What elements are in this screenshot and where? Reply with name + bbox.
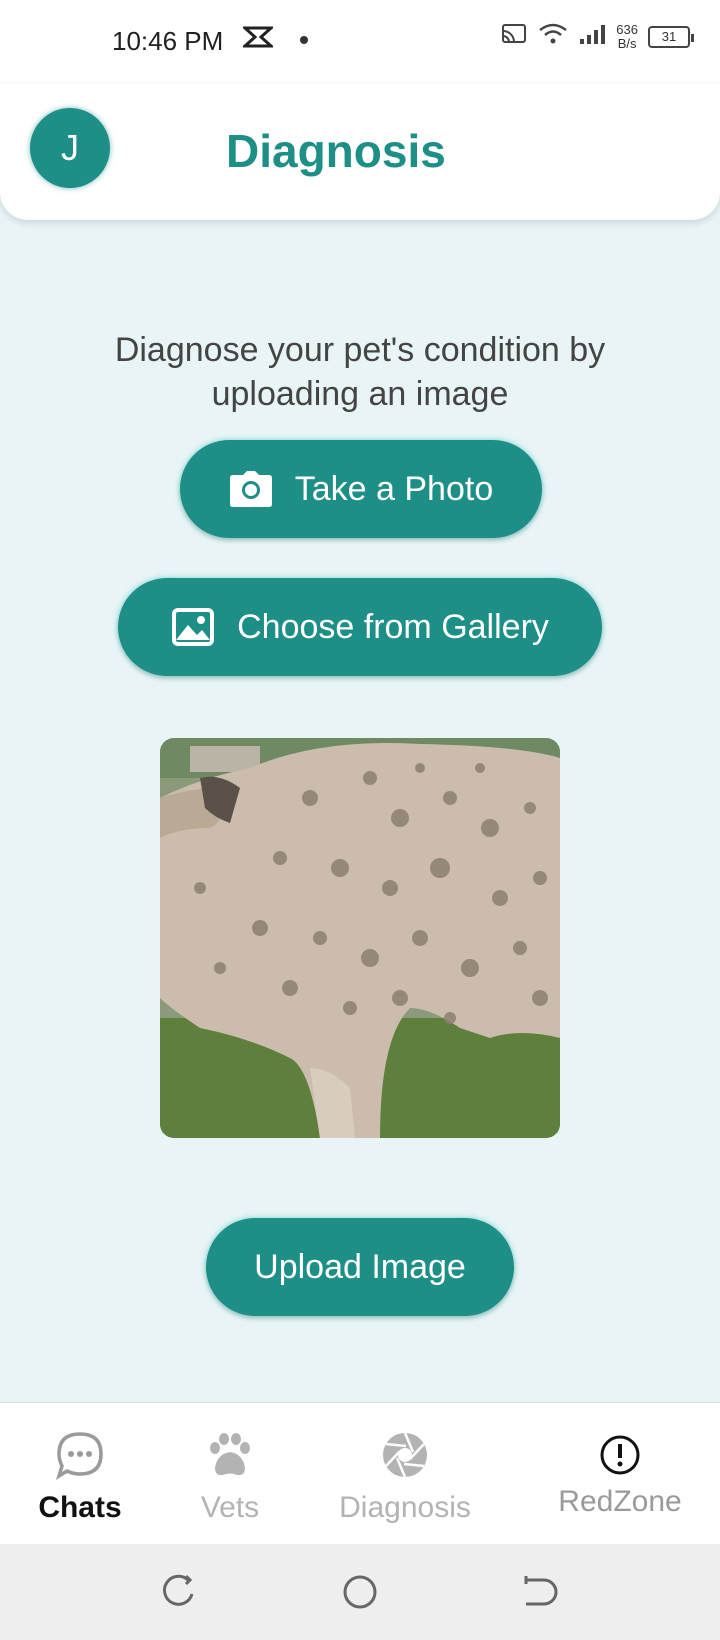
selected-image-preview [160,738,560,1138]
wifi-icon [538,22,568,51]
take-photo-label: Take a Photo [294,469,494,508]
nav-item-vets[interactable]: Vets [180,1403,280,1545]
nav-item-chats[interactable]: Chats [20,1403,140,1545]
system-nav-bar [0,1544,720,1640]
page-title: Diagnosis [226,125,446,177]
chat-bubble-icon [54,1429,106,1481]
signal-icon [578,22,606,51]
gallery-icon [171,607,215,647]
status-time: 10:46 PM [112,26,224,56]
net-speed-unit: B/s [617,35,637,51]
choose-gallery-button[interactable]: Choose from Gallery [118,578,602,676]
take-photo-button[interactable]: Take a Photo [180,440,542,538]
capcut-icon [241,24,275,57]
status-bar: 10:46 PM 636 B/s 31 [0,0,720,84]
back-button-icon[interactable] [518,1570,562,1614]
instruction-text: Diagnose your pet's condition by uploadi… [114,331,606,413]
app-header: J Diagnosis [0,84,720,220]
net-speed: 636 B/s [616,21,638,51]
nav-label-vets: Vets [200,1491,260,1524]
nav-label-redzone: RedZone [558,1485,682,1518]
gallery-label: Choose from Gallery [237,607,549,646]
nav-item-diagnosis[interactable]: Diagnosis [320,1403,490,1545]
nav-label-chats: Chats [38,1491,122,1524]
alert-circle-icon [594,1429,646,1481]
nav-item-redzone[interactable]: RedZone [540,1403,700,1545]
battery-icon: 31 [648,25,694,48]
home-button-icon[interactable] [338,1570,382,1614]
nav-label-diagnosis: Diagnosis [339,1491,471,1524]
camera-icon [229,469,273,509]
avatar[interactable]: J [30,108,110,188]
paw-icon [204,1429,256,1481]
aperture-icon [379,1429,431,1481]
cast-icon [500,22,528,51]
upload-image-button[interactable]: Upload Image [206,1218,514,1316]
recents-gesture-icon[interactable] [158,1570,202,1614]
upload-image-label: Upload Image [254,1247,466,1286]
notification-dot-icon [300,36,308,44]
net-speed-value: 636 [616,21,638,37]
bottom-nav: Chats Vets Diagnosis RedZone [0,1402,720,1544]
